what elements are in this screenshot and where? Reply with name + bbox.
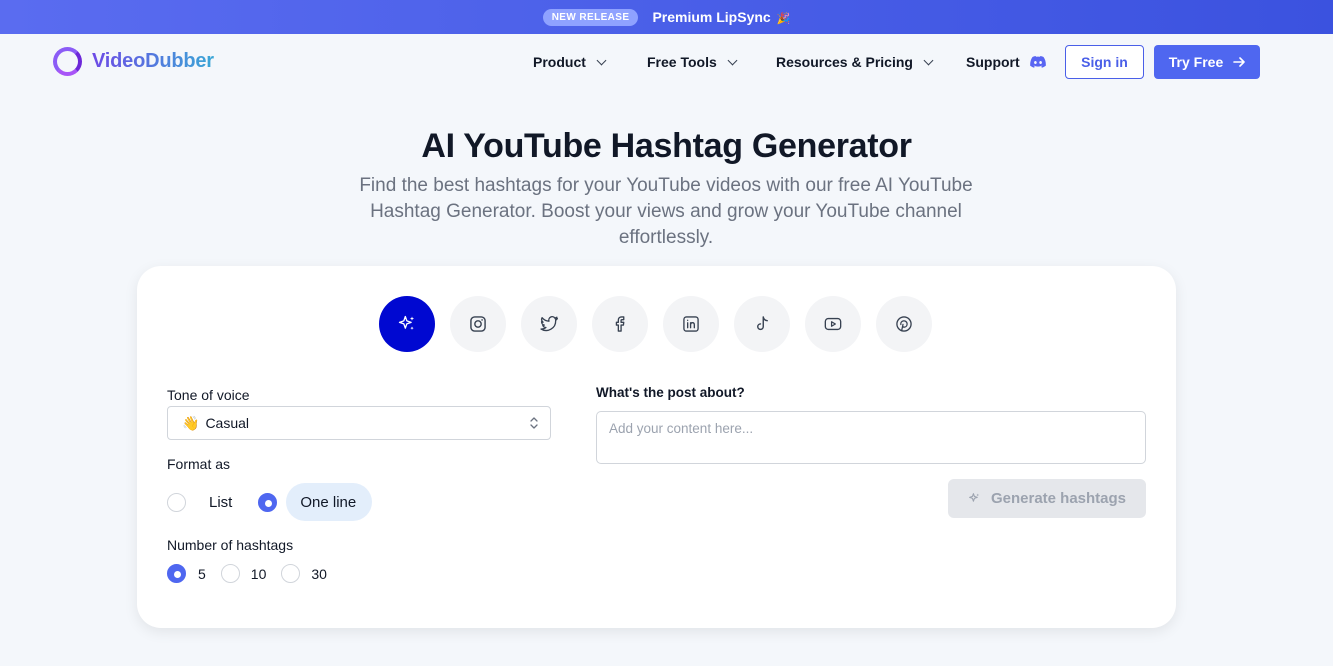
- chevron-down-icon: [727, 55, 738, 65]
- pinterest-icon: [896, 316, 912, 332]
- sparkles-icon: [398, 315, 415, 330]
- nav-free-tools-label: Free Tools: [647, 54, 717, 70]
- new-release-badge: NEW RELEASE: [542, 8, 639, 26]
- banner-text: Premium LipSync 🎉: [652, 9, 790, 25]
- format-option-list[interactable]: List: [167, 492, 233, 512]
- platform-youtube-button[interactable]: [805, 296, 861, 352]
- logo[interactable]: VideoDubber: [53, 47, 214, 76]
- chevron-down-icon: [923, 55, 934, 65]
- platform-tiktok-button[interactable]: [734, 296, 790, 352]
- instagram-icon: [470, 316, 486, 332]
- logo-icon: [53, 47, 82, 76]
- top-nav: VideoDubber Product Free Tools Resources…: [0, 34, 1333, 90]
- post-content-input[interactable]: Add your content here...: [596, 411, 1146, 464]
- tone-label: Tone of voice: [167, 387, 250, 403]
- discord-icon: [1029, 56, 1046, 68]
- twitter-icon: [540, 316, 558, 332]
- linkedin-icon: [683, 316, 699, 332]
- nav-product[interactable]: Product: [533, 54, 607, 70]
- platform-pinterest-button[interactable]: [876, 296, 932, 352]
- logo-text: VideoDubber: [92, 50, 214, 72]
- tone-value: Casual: [205, 415, 250, 431]
- try-free-label: Try Free: [1168, 54, 1224, 70]
- wave-icon: 👋: [182, 414, 200, 431]
- count-30-label: 30: [311, 565, 327, 582]
- nav-free-tools[interactable]: Free Tools: [647, 54, 738, 70]
- arrow-right-icon: [1233, 57, 1246, 67]
- page-subtitle: Find the best hashtags for your YouTube …: [359, 175, 973, 248]
- sparkles-icon: [969, 493, 980, 502]
- generate-label: Generate hashtags: [990, 490, 1127, 507]
- count-10-label: 10: [250, 565, 267, 582]
- announcement-banner[interactable]: NEW RELEASE Premium LipSync 🎉: [0, 0, 1333, 34]
- chevron-updown-icon: [530, 417, 538, 429]
- platform-ai-button[interactable]: [379, 296, 435, 352]
- platform-linkedin-button[interactable]: [663, 296, 719, 352]
- nav-support-label: Support: [966, 54, 1020, 70]
- count-label: Number of hashtags: [167, 537, 294, 553]
- nav-support[interactable]: Support: [966, 54, 1046, 70]
- party-icon: 🎉: [776, 13, 791, 25]
- radio-count-10[interactable]: [220, 564, 240, 583]
- platform-facebook-button[interactable]: [592, 296, 648, 352]
- facebook-icon: [615, 316, 625, 332]
- try-free-button[interactable]: Try Free: [1154, 45, 1260, 79]
- count-options: 5 10 30: [167, 564, 327, 583]
- nav-resources-pricing[interactable]: Resources & Pricing: [776, 54, 934, 70]
- generate-hashtags-button[interactable]: Generate hashtags: [948, 479, 1146, 518]
- count-5-label: 5: [198, 565, 206, 582]
- banner-title: Premium LipSync: [652, 9, 771, 25]
- format-option-one-line[interactable]: One line: [258, 483, 373, 521]
- format-label: Format as: [167, 456, 231, 472]
- format-list-label: List: [209, 493, 233, 511]
- chevron-down-icon: [596, 55, 607, 65]
- nav-product-label: Product: [533, 54, 586, 70]
- nav-resources-label: Resources & Pricing: [776, 54, 913, 70]
- format-options: List One line: [167, 483, 373, 521]
- format-one-line-label: One line: [286, 483, 373, 521]
- post-label: What's the post about?: [596, 385, 745, 400]
- youtube-icon: [824, 317, 842, 331]
- radio-list[interactable]: [167, 492, 186, 512]
- radio-count-30[interactable]: [281, 564, 301, 583]
- radio-one-line[interactable]: [258, 492, 278, 512]
- page-title: AI YouTube Hashtag Generator: [421, 127, 912, 165]
- generator-card: Tone of voice 👋 Casual Format as List On…: [137, 266, 1176, 628]
- platform-selector: [379, 296, 932, 352]
- sign-in-button[interactable]: Sign in: [1065, 45, 1144, 79]
- platform-instagram-button[interactable]: [450, 296, 506, 352]
- radio-count-5[interactable]: [167, 564, 186, 583]
- tiktok-icon: [757, 316, 768, 331]
- platform-twitter-button[interactable]: [521, 296, 577, 352]
- tone-select[interactable]: 👋 Casual: [167, 406, 551, 440]
